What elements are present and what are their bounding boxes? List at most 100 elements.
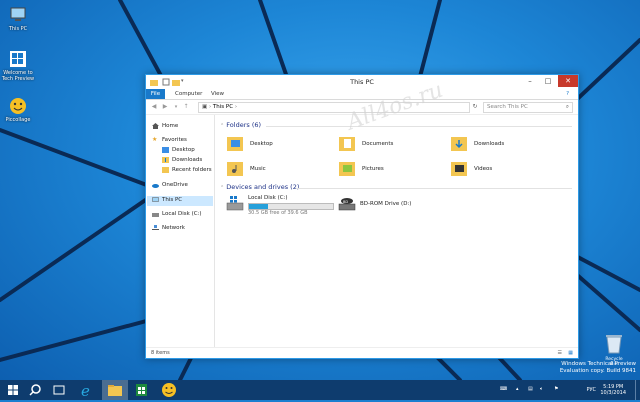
nav-item-network[interactable]: Network	[152, 224, 185, 233]
music-folder-icon	[227, 162, 243, 176]
drive-free-space: 30.5 GB free of 39.6 GB	[248, 210, 308, 216]
network-icon[interactable]: ▤	[528, 386, 533, 392]
windows-drive-icon	[226, 196, 244, 211]
documents-folder-icon	[339, 137, 355, 151]
folder-label: Music	[250, 166, 266, 172]
clock[interactable]: 5:19 PM 10/3/2014	[600, 384, 626, 396]
up-button[interactable]: ↑	[182, 103, 190, 111]
taskbar-file-explorer[interactable]	[102, 380, 128, 400]
folder-label: Documents	[362, 141, 394, 147]
drive-label: Local Disk (C:)	[248, 195, 288, 201]
tab-view[interactable]: View	[206, 89, 229, 99]
ribbon-tabs: File Computer View ?	[146, 89, 578, 100]
search-input[interactable]: Search This PC ⌕	[483, 102, 573, 113]
nav-item-recent-folders[interactable]: Recent folders	[162, 166, 212, 175]
desktop-folder-icon	[162, 146, 169, 153]
nav-label: Recent folders	[172, 167, 212, 173]
folder-label: Pictures	[362, 166, 384, 172]
help-icon[interactable]: ?	[561, 89, 574, 99]
nav-item-local-disk[interactable]: Local Disk (C:)	[152, 210, 202, 219]
nav-item-home[interactable]: Home	[152, 122, 178, 131]
minimize-button[interactable]: –	[522, 75, 538, 87]
show-hidden-icons-icon[interactable]: ▴	[516, 386, 519, 392]
computer-small-icon: ▣	[202, 104, 208, 110]
drives-group-header[interactable]: ⌃ Devices and drives (2)	[220, 183, 299, 191]
action-center-icon[interactable]: ⚑	[554, 386, 558, 392]
nav-item-favorites[interactable]: ★ Favorites	[152, 136, 187, 145]
network-icon	[152, 224, 159, 231]
taskbar-piccollage[interactable]	[158, 380, 180, 400]
desktop-icon-this-pc[interactable]: This PC	[0, 6, 36, 32]
file-explorer-icon	[108, 385, 122, 396]
desktop-folder-icon	[227, 137, 243, 151]
desktop-icon-label: Piccollage	[5, 117, 31, 123]
nav-item-desktop[interactable]: Desktop	[162, 146, 195, 155]
tab-computer[interactable]: Computer	[170, 89, 207, 99]
collapse-chevron-icon[interactable]: ⌃	[220, 185, 224, 191]
item-count: 8 items	[151, 350, 170, 356]
show-desktop-button[interactable]	[635, 380, 640, 400]
videos-folder-icon	[451, 162, 467, 176]
internet-explorer-icon: e	[81, 382, 90, 400]
keyboard-icon[interactable]: ⌨	[500, 386, 507, 392]
disk-usage-bar	[248, 203, 334, 210]
start-button[interactable]	[2, 380, 24, 400]
disk-usage-fill	[249, 204, 269, 209]
large-icons-view-icon[interactable]: ▦	[568, 348, 573, 358]
breadcrumb-chevron-icon[interactable]: ›	[235, 104, 237, 110]
task-view-button[interactable]	[48, 380, 70, 400]
svg-text:BD: BD	[343, 200, 348, 204]
search-button[interactable]	[24, 380, 46, 400]
details-view-icon[interactable]: ☰	[558, 348, 562, 358]
language-indicator[interactable]: РУС	[586, 387, 596, 393]
store-icon	[136, 384, 147, 396]
close-button[interactable]: ✕	[558, 75, 578, 87]
downloads-folder-icon	[162, 156, 169, 163]
cloud-icon	[152, 182, 159, 188]
build-info: Windows Technical Preview Evaluation cop…	[560, 361, 636, 375]
windows-logo-icon	[8, 50, 28, 68]
optical-drive-icon: BD	[338, 198, 356, 211]
nav-label: Network	[162, 225, 185, 231]
breadcrumb-separator-icon: ›	[208, 104, 212, 110]
search-icon	[29, 384, 41, 396]
downloads-folder-icon	[451, 137, 467, 151]
drive-local-disk-c[interactable]: Local Disk (C:) 30.5 GB free of 39.6 GB	[226, 195, 346, 217]
svg-text:e: e	[81, 382, 90, 400]
desktop-icon-piccollage[interactable]: Piccollage	[0, 97, 36, 123]
breadcrumb-this-pc[interactable]: This PC	[213, 104, 233, 110]
taskbar-store[interactable]	[130, 380, 152, 400]
forward-button[interactable]: ▶	[161, 103, 169, 111]
title-bar[interactable]: ▾ This PC – □ ✕	[146, 75, 578, 89]
clock-date: 10/3/2014	[600, 390, 626, 396]
recycle-bin-icon	[606, 335, 622, 354]
nav-item-downloads[interactable]: Downloads	[162, 156, 202, 165]
tab-file[interactable]: File	[146, 89, 165, 99]
nav-item-onedrive[interactable]: OneDrive	[152, 181, 188, 190]
content-pane: ⌃ Folders (6) Desktop Documents Download…	[216, 115, 576, 347]
maximize-button[interactable]: □	[540, 75, 556, 87]
recent-folders-icon	[162, 166, 169, 173]
search-icon[interactable]: ⌕	[566, 103, 569, 112]
desktop-icon-welcome[interactable]: Welcome to Tech Preview	[0, 50, 36, 82]
refresh-button[interactable]: ↻	[471, 103, 479, 111]
collapse-chevron-icon[interactable]: ⌃	[220, 123, 224, 129]
recent-locations-button[interactable]: ▾	[172, 103, 180, 111]
back-button[interactable]: ◀	[150, 103, 158, 111]
folder-label: Videos	[474, 166, 493, 172]
desktop-icon-label: This PC	[8, 26, 28, 32]
folders-group-header[interactable]: ⌃ Folders (6)	[220, 121, 261, 129]
drive-bd-rom-d[interactable]: BD BD-ROM Drive (D:)	[338, 195, 448, 217]
volume-icon[interactable]: 🔈︎	[540, 386, 543, 392]
home-icon	[152, 122, 159, 129]
nav-item-this-pc[interactable]: This PC	[152, 196, 182, 205]
pictures-folder-icon	[339, 162, 355, 176]
nav-label: Downloads	[172, 157, 203, 163]
desktop-icon-label: Welcome to Tech Preview	[1, 70, 35, 82]
taskbar: e ⌨ ▴ ▤ 🔈︎ ⚑ РУС 5:19 PM 10/3/2014	[0, 380, 640, 400]
folder-label: Desktop	[250, 141, 273, 147]
nav-label: Favorites	[162, 137, 187, 143]
taskbar-internet-explorer[interactable]: e	[76, 380, 98, 400]
nav-label: Local Disk (C:)	[162, 211, 202, 217]
build-info-line: Evaluation copy. Build 9841	[559, 368, 636, 374]
